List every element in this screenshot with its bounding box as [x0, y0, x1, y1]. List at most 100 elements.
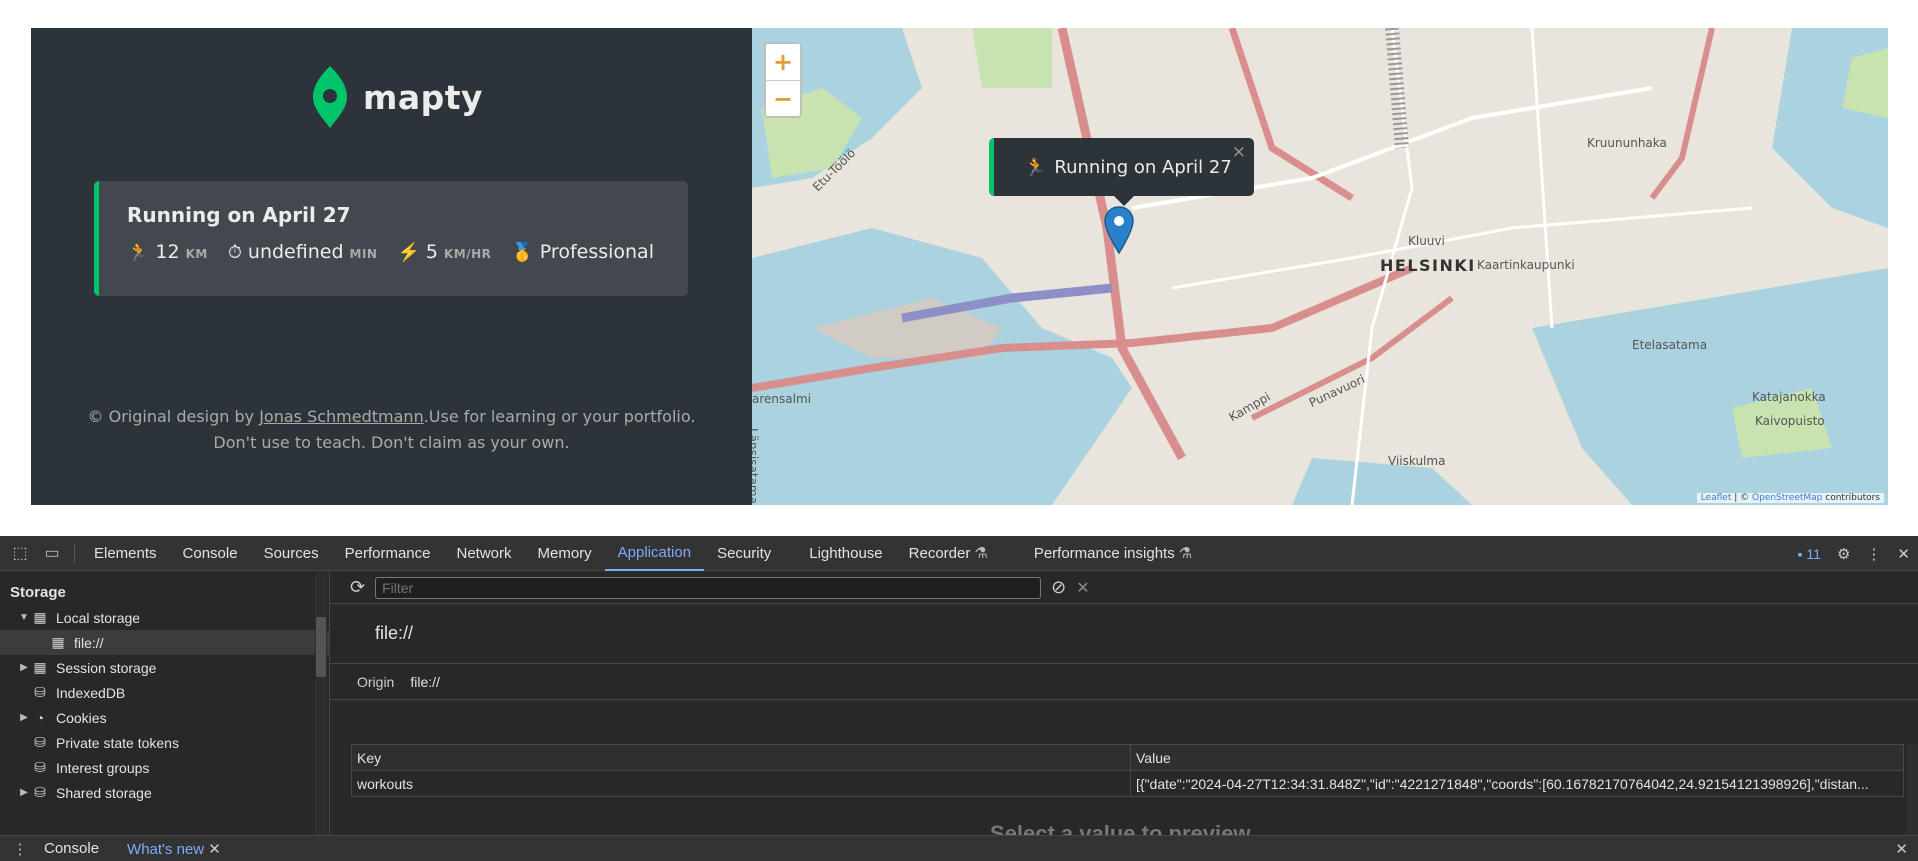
stopwatch-icon: ⏱	[227, 242, 242, 263]
database-icon: ⛁	[34, 734, 46, 750]
workout-pace: ⚡️ 5 KM/HR	[397, 241, 491, 263]
tab-console[interactable]: Console	[170, 536, 251, 571]
workout-title: Running on April 27	[127, 203, 351, 227]
origin-label: Origin	[357, 673, 395, 690]
origin-value: file://	[410, 673, 440, 690]
close-devtools-icon[interactable]: ✕	[1897, 545, 1910, 563]
refresh-icon[interactable]: ⟳	[350, 577, 365, 598]
storage-heading: Storage	[10, 584, 66, 601]
tree-item-shared-storage[interactable]: ▶ ⛁ Shared storage	[0, 780, 329, 805]
author-link[interactable]: Jonas Schmedtmann	[259, 407, 424, 426]
tab-application[interactable]: Application	[604, 536, 705, 571]
tab-performance-insights-label: Performance insights	[1033, 544, 1175, 562]
more-options-icon[interactable]: ⋮	[1866, 545, 1881, 563]
duration-unit: MIN	[349, 247, 378, 261]
tab-lighthouse[interactable]: Lighthouse	[796, 536, 895, 571]
popup-runner-icon: 🏃	[1024, 156, 1047, 178]
inspect-element-icon[interactable]: ⬚	[4, 543, 36, 563]
value-column-header[interactable]: Value	[1130, 744, 1904, 771]
drawer-tab-console[interactable]: Console	[30, 840, 113, 857]
tree-item-cookies[interactable]: ▶ ◔ Cookies	[0, 705, 329, 730]
medal-icon: 🥇	[511, 242, 534, 263]
tab-performance[interactable]: Performance	[332, 536, 444, 571]
devtools-panel: ⬚ ▭ Elements Console Sources Performance…	[0, 536, 1918, 861]
popup-text: Running on April 27	[1054, 156, 1232, 178]
mapty-app: mapty Running on April 27 🏃 12 KM ⏱ unde…	[31, 28, 1888, 505]
issues-badge[interactable]: ▪ 11	[1798, 546, 1821, 562]
zoom-in-button[interactable]: +	[766, 44, 800, 80]
tree-item-file[interactable]: ▦ file://	[0, 630, 329, 655]
copyright-prefix: © Original design by	[87, 407, 260, 426]
device-toolbar-icon[interactable]: ▭	[36, 543, 68, 563]
close-tab-icon[interactable]: ✕	[208, 841, 221, 858]
table-header-row: Key Value	[351, 744, 1904, 771]
workout-item[interactable]: Running on April 27 🏃 12 KM ⏱ undefined …	[94, 181, 688, 296]
copyright-line2: Don't use to teach. Don't claim as your …	[213, 433, 570, 452]
tab-elements[interactable]: Elements	[81, 536, 170, 571]
workout-level: 🥇 Professional	[511, 241, 654, 263]
map[interactable]: HELSINKI Kluuvi Kaartinkaupunki Kruununh…	[752, 28, 1888, 505]
filter-input[interactable]	[375, 576, 1042, 599]
key-value-table: Key Value workouts [{"date":"2024-04-27T…	[351, 744, 1904, 797]
collapsed-triangle-icon[interactable]: ▶	[18, 787, 30, 798]
zoom-out-button[interactable]: −	[766, 80, 800, 116]
storage-tree: Storage ▼ ▦ Local storage ▦ file:// ▶ ▦ Sessi…	[0, 572, 330, 835]
attribution-suffix: contributors	[1822, 493, 1880, 503]
tree-item-session-storage[interactable]: ▶ ▦ Session storage	[0, 655, 329, 680]
map-marker-icon[interactable]	[1104, 206, 1134, 254]
tree-scrollbar-thumb[interactable]	[316, 617, 326, 677]
tab-network[interactable]: Network	[443, 536, 524, 571]
workout-duration: ⏱ undefined MIN	[228, 241, 378, 263]
map-pin-logo-icon	[313, 66, 347, 128]
tree-item-private-state-tokens[interactable]: ⛁ Private state tokens	[0, 730, 329, 755]
drawer-tab-whats-new-label: What's new	[127, 840, 205, 858]
table-icon: ▦	[33, 609, 47, 625]
cookie-icon: ◔	[35, 709, 45, 726]
private-state-tokens-label: Private state tokens	[56, 734, 179, 751]
tab-recorder-label: Recorder	[908, 544, 971, 562]
settings-gear-icon[interactable]: ⚙	[1837, 545, 1850, 563]
row-value[interactable]: [{"date":"2024-04-27T12:34:31.848Z","id"…	[1130, 770, 1904, 797]
origin-row: Origin file://	[330, 664, 1918, 700]
flask-icon: ⚗	[974, 545, 988, 562]
interest-groups-label: Interest groups	[56, 759, 150, 776]
cookies-label: Cookies	[56, 709, 107, 726]
tab-sources[interactable]: Sources	[251, 536, 332, 571]
drawer-menu-icon[interactable]: ⋮	[10, 840, 30, 858]
copyright: © Original design by Jonas Schmedtmann.U…	[31, 404, 752, 456]
tree-item-local-storage[interactable]: ▼ ▦ Local storage	[0, 605, 329, 630]
table-row[interactable]: workouts [{"date":"2024-04-27T12:34:31.8…	[351, 770, 1904, 797]
clear-all-icon[interactable]: ⊘	[1051, 577, 1066, 598]
delete-selected-icon[interactable]: ✕	[1076, 578, 1089, 598]
local-storage-label: Local storage	[56, 609, 141, 626]
runner-icon: 🏃	[127, 242, 150, 263]
session-storage-label: Session storage	[56, 659, 157, 676]
shared-storage-label: Shared storage	[56, 784, 152, 801]
tree-item-interest-groups[interactable]: ⛁ Interest groups	[0, 755, 329, 780]
tab-memory[interactable]: Memory	[525, 536, 605, 571]
leaflet-link[interactable]: Leaflet	[1701, 493, 1732, 503]
collapsed-triangle-icon[interactable]: ▶	[18, 662, 30, 673]
key-column-header[interactable]: Key	[351, 744, 1131, 771]
attribution-separator: | ©	[1731, 493, 1753, 503]
popup-close-button[interactable]: ×	[1232, 142, 1246, 162]
map-label-helsinki: HELSINKI	[1380, 256, 1476, 275]
workout-popup[interactable]: 🏃 Running on April 27 ×	[989, 138, 1254, 206]
osm-link[interactable]: OpenStreetMap	[1752, 493, 1822, 503]
tab-security[interactable]: Security	[704, 536, 784, 571]
duration-value: undefined	[247, 241, 344, 263]
tab-performance-insights[interactable]: Performance insights ⚗	[1021, 536, 1205, 571]
copyright-suffix: .Use for learning or your portfolio.	[423, 407, 696, 426]
tree-item-indexeddb[interactable]: ⛁ IndexedDB	[0, 680, 329, 705]
pace-value: 5	[425, 241, 438, 263]
expanded-triangle-icon[interactable]: ▼	[18, 612, 30, 623]
tree-scrollbar[interactable]	[315, 572, 327, 835]
workout-distance: 🏃 12 KM	[127, 241, 208, 263]
row-key[interactable]: workouts	[351, 770, 1131, 797]
map-label-kruununhaka: Kruununhaka	[1587, 136, 1667, 150]
drawer-tab-whats-new[interactable]: What's new ✕	[113, 840, 235, 858]
collapsed-triangle-icon[interactable]: ▶	[18, 712, 30, 723]
table-icon: ▦	[33, 659, 47, 675]
close-drawer-icon[interactable]: ✕	[1895, 840, 1908, 858]
tab-recorder[interactable]: Recorder ⚗	[896, 536, 1001, 571]
